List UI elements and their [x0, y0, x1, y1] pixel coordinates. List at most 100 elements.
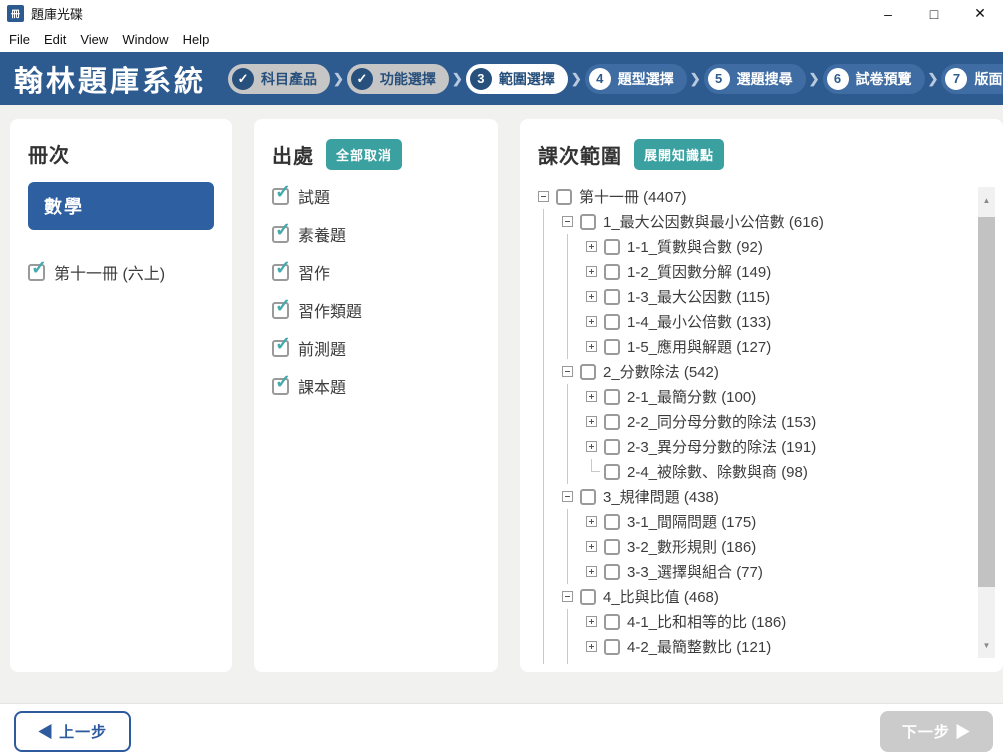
- prev-step-button[interactable]: ◀ 上一步: [14, 711, 131, 752]
- tree-node-label[interactable]: 2-2_同分母分數的除法 (153): [627, 411, 816, 432]
- tree-checkbox[interactable]: [604, 239, 620, 255]
- source-checkbox[interactable]: ✓: [272, 302, 289, 319]
- scroll-down-icon[interactable]: ▼: [978, 632, 995, 658]
- expand-icon[interactable]: [586, 641, 597, 652]
- tree-checkbox[interactable]: [604, 564, 620, 580]
- source-checkbox[interactable]: ✓: [272, 378, 289, 395]
- expand-knowledge-button[interactable]: 展開知識點: [634, 139, 724, 170]
- tree-node-label[interactable]: 3-2_數形規則 (186): [627, 536, 756, 557]
- tree-node-label[interactable]: 第十一冊 (4407): [579, 186, 687, 207]
- expand-icon[interactable]: [586, 441, 597, 452]
- collapse-icon[interactable]: [562, 591, 573, 602]
- collapse-icon[interactable]: [562, 366, 573, 377]
- close-button[interactable]: ✕: [957, 0, 1003, 27]
- tree-checkbox[interactable]: [580, 364, 596, 380]
- tree-node-label[interactable]: 4_比與比值 (468): [603, 586, 719, 607]
- step-6[interactable]: 6試卷預覽: [823, 64, 925, 94]
- expand-icon[interactable]: [586, 291, 597, 302]
- step-1[interactable]: ✓科目產品: [228, 64, 330, 94]
- volume-checkbox-row[interactable]: ✓ 第十一冊 (六上): [28, 260, 214, 284]
- tree-checkbox[interactable]: [604, 614, 620, 630]
- expand-icon[interactable]: [586, 316, 597, 327]
- menu-item-file[interactable]: File: [2, 30, 37, 49]
- tree-node-label[interactable]: 3_規律問題 (438): [603, 486, 719, 507]
- expand-icon[interactable]: [586, 566, 597, 577]
- tree-checkbox[interactable]: [556, 189, 572, 205]
- menu-item-help[interactable]: Help: [176, 30, 217, 49]
- collapse-icon[interactable]: [538, 191, 549, 202]
- tree-node-label[interactable]: 2-1_最簡分數 (100): [627, 386, 756, 407]
- tree-checkbox[interactable]: [604, 289, 620, 305]
- tree-guide: [562, 334, 586, 359]
- tree-node-label[interactable]: 1-3_最大公因數 (115): [627, 286, 770, 307]
- step-7[interactable]: 7版面配置: [941, 64, 1003, 94]
- collapse-icon[interactable]: [562, 216, 573, 227]
- source-checkbox[interactable]: ✓: [272, 340, 289, 357]
- source-checkbox[interactable]: ✓: [272, 188, 289, 205]
- subject-math-button[interactable]: 數學: [28, 182, 214, 230]
- source-option-row[interactable]: ✓習作: [272, 260, 480, 284]
- expand-icon[interactable]: [586, 516, 597, 527]
- tree-node-label[interactable]: 1-2_質因數分解 (149): [627, 261, 771, 282]
- menu-item-view[interactable]: View: [73, 30, 115, 49]
- expand-icon[interactable]: [586, 241, 597, 252]
- tree-checkbox[interactable]: [604, 664, 620, 665]
- next-step-button[interactable]: 下一步 ▶: [880, 711, 993, 752]
- maximize-button[interactable]: □: [911, 0, 957, 27]
- tree-node-label[interactable]: 2_分數除法 (542): [603, 361, 719, 382]
- cancel-all-button[interactable]: 全部取消: [326, 139, 402, 170]
- tree-checkbox[interactable]: [580, 214, 596, 230]
- step-5[interactable]: 5選題搜尋: [704, 64, 806, 94]
- menu-item-edit[interactable]: Edit: [37, 30, 73, 49]
- tree-checkbox[interactable]: [604, 264, 620, 280]
- tree-node-label[interactable]: 1_最大公因數與最小公倍數 (616): [603, 211, 824, 232]
- tree-checkbox[interactable]: [604, 514, 620, 530]
- tree-scrollbar[interactable]: ▲ ▼: [978, 187, 995, 658]
- step-label: 科目產品: [261, 69, 317, 89]
- source-checkbox[interactable]: ✓: [272, 226, 289, 243]
- expand-icon[interactable]: [586, 416, 597, 427]
- tree-checkbox[interactable]: [604, 439, 620, 455]
- source-option-row[interactable]: ✓試題: [272, 184, 480, 208]
- tree-guide: [538, 509, 562, 534]
- tree-node-label[interactable]: 2-4_被除數、除數與商 (98): [627, 461, 808, 482]
- step-2[interactable]: ✓功能選擇: [347, 64, 449, 94]
- tree-node-label[interactable]: 4-2_最簡整數比 (121): [627, 636, 771, 657]
- source-option-row[interactable]: ✓習作類題: [272, 298, 480, 322]
- volume-checkbox[interactable]: ✓: [28, 264, 45, 281]
- tree-node-label[interactable]: 3-1_間隔問題 (175): [627, 511, 756, 532]
- expand-icon[interactable]: [586, 391, 597, 402]
- expand-icon[interactable]: [586, 541, 597, 552]
- source-option-row[interactable]: ✓課本題: [272, 374, 480, 398]
- tree-node-label[interactable]: 4-1_比和相等的比 (186): [627, 611, 786, 632]
- tree-node-label[interactable]: 4-3_: [627, 663, 657, 664]
- expand-icon[interactable]: [586, 341, 597, 352]
- step-4[interactable]: 4題型選擇: [585, 64, 687, 94]
- tree-checkbox[interactable]: [580, 589, 596, 605]
- tree-checkbox[interactable]: [604, 389, 620, 405]
- scrollbar-thumb[interactable]: [978, 217, 995, 587]
- tree-node-label[interactable]: 2-3_異分母分數的除法 (191): [627, 436, 816, 457]
- step-label: 題型選擇: [618, 69, 674, 89]
- tree-node-label[interactable]: 1-4_最小公倍數 (133): [627, 311, 771, 332]
- expand-icon[interactable]: [586, 616, 597, 627]
- step-3[interactable]: 3範圍選擇: [466, 64, 568, 94]
- tree-checkbox[interactable]: [604, 464, 620, 480]
- source-checkbox[interactable]: ✓: [272, 264, 289, 281]
- expand-icon[interactable]: [586, 266, 597, 277]
- collapse-icon[interactable]: [562, 491, 573, 502]
- tree-checkbox[interactable]: [580, 489, 596, 505]
- tree-checkbox[interactable]: [604, 339, 620, 355]
- tree-checkbox[interactable]: [604, 639, 620, 655]
- menu-item-window[interactable]: Window: [115, 30, 175, 49]
- source-option-row[interactable]: ✓前測題: [272, 336, 480, 360]
- tree-checkbox[interactable]: [604, 314, 620, 330]
- tree-checkbox[interactable]: [604, 539, 620, 555]
- tree-node-label[interactable]: 1-1_質數與合數 (92): [627, 236, 763, 257]
- source-option-row[interactable]: ✓素養題: [272, 222, 480, 246]
- scroll-up-icon[interactable]: ▲: [978, 187, 995, 213]
- tree-node-label[interactable]: 3-3_選擇與組合 (77): [627, 561, 763, 582]
- minimize-button[interactable]: –: [865, 0, 911, 27]
- tree-checkbox[interactable]: [604, 414, 620, 430]
- tree-node-label[interactable]: 1-5_應用與解題 (127): [627, 336, 771, 357]
